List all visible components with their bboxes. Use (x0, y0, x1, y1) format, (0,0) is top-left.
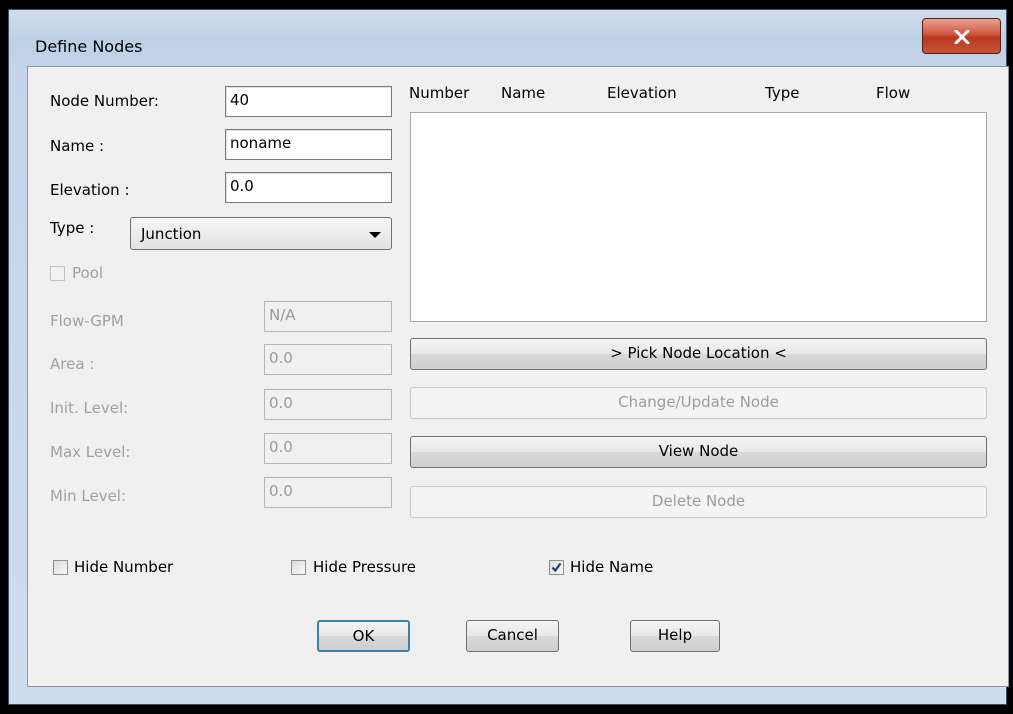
name-label: Name : (50, 137, 105, 155)
help-button[interactable]: Help (630, 620, 720, 652)
min-level-label: Min Level: (50, 487, 127, 505)
close-icon (954, 30, 970, 44)
hide-name-checkbox[interactable] (549, 560, 564, 575)
type-selected-value: Junction (141, 225, 202, 243)
checkmark-icon (551, 562, 562, 573)
elevation-label: Elevation : (50, 181, 130, 199)
area-field[interactable]: 0.0 (264, 344, 392, 375)
cancel-button[interactable]: Cancel (466, 620, 559, 652)
close-button[interactable] (922, 18, 1001, 54)
pick-node-location-button[interactable]: > Pick Node Location < (410, 338, 987, 370)
hide-number-label: Hide Number (74, 558, 174, 576)
pool-label: Pool (72, 264, 104, 282)
column-header-elevation[interactable]: Elevation (607, 84, 677, 102)
chevron-down-icon (369, 232, 381, 238)
type-select[interactable]: Junction (130, 217, 392, 250)
column-header-name[interactable]: Name (501, 84, 545, 102)
max-level-field[interactable]: 0.0 (264, 433, 392, 464)
area-label: Area : (50, 355, 95, 373)
hide-pressure-checkbox[interactable] (291, 560, 306, 575)
init-level-field[interactable]: 0.0 (264, 389, 392, 420)
node-list[interactable] (410, 112, 987, 322)
column-header-number[interactable]: Number (409, 84, 469, 102)
hide-pressure-label: Hide Pressure (313, 558, 417, 576)
change-update-node-button[interactable]: Change/Update Node (410, 387, 987, 419)
pool-checkbox[interactable] (50, 266, 65, 281)
max-level-label: Max Level: (50, 443, 131, 461)
hide-number-checkbox[interactable] (53, 560, 68, 575)
type-label: Type : (50, 219, 95, 237)
flow-field[interactable]: N/A (264, 301, 392, 332)
title-bar[interactable] (8, 9, 1007, 65)
column-header-flow[interactable]: Flow (876, 84, 910, 102)
ok-button[interactable]: OK (317, 620, 410, 652)
view-node-button[interactable]: View Node (410, 436, 987, 468)
window-title: Define Nodes (35, 37, 143, 56)
hide-name-label: Hide Name (570, 558, 654, 576)
init-level-label: Init. Level: (50, 399, 129, 417)
column-header-type[interactable]: Type (765, 84, 799, 102)
name-field[interactable]: noname (225, 129, 392, 160)
flow-label: Flow-GPM (50, 312, 124, 330)
min-level-field[interactable]: 0.0 (264, 477, 392, 508)
node-number-field[interactable]: 40 (225, 86, 392, 117)
node-number-label: Node Number: (50, 92, 159, 110)
delete-node-button[interactable]: Delete Node (410, 486, 987, 518)
elevation-field[interactable]: 0.0 (225, 172, 392, 203)
